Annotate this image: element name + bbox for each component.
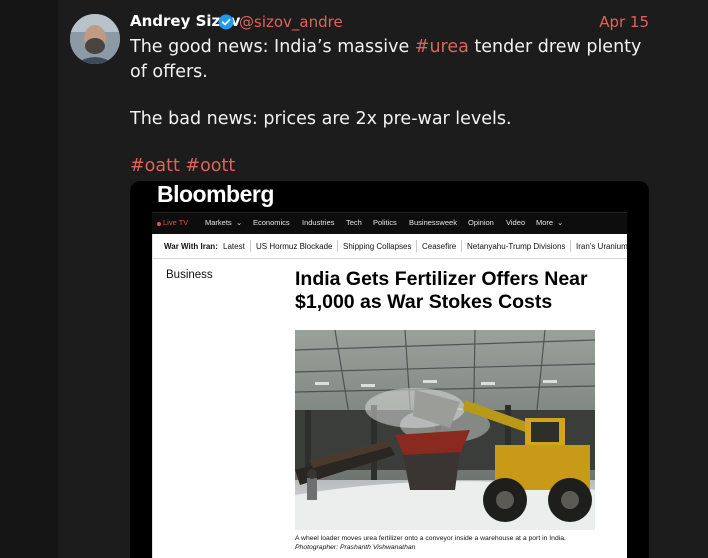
warehouse-photo <box>295 330 595 530</box>
subnav-netanyahu: Netanyahu-Trump Divisions <box>467 242 566 251</box>
bloomberg-logo: Bloomberg <box>157 181 274 207</box>
nav-businessweek: Businessweek <box>409 218 457 227</box>
article-photo <box>295 330 595 530</box>
subnav-latest: Latest <box>223 242 245 251</box>
subnav-shipping: Shipping Collapses <box>343 242 412 251</box>
author-handle[interactable]: @sizov_andre <box>239 13 343 31</box>
verified-badge-icon <box>218 14 234 30</box>
topic-subnav: War With Iran: Latest US Hormuz Blockade… <box>152 234 628 259</box>
embedded-image-card[interactable]: Bloomberg Live TV Markets ⌄ Economics In… <box>130 181 649 558</box>
nav-economics: Economics <box>253 218 290 227</box>
subnav-hormuz: US Hormuz Blockade <box>256 242 333 251</box>
subnav-uranium: Iran's Uranium <box>576 242 628 251</box>
nav-markets: Markets <box>205 218 232 227</box>
chevron-down-icon: ⌄ <box>236 218 243 227</box>
avatar[interactable] <box>70 14 120 64</box>
avatar-image <box>70 14 120 64</box>
article-headline: India Gets Fertilizer Offers Near $1,000… <box>295 268 588 313</box>
nav-live-tv: Live TV <box>163 218 189 227</box>
tweet-text-1: The good news: India’s massive <box>130 37 415 57</box>
page-border <box>152 234 153 558</box>
hashtag-oott[interactable]: #oott <box>185 156 235 176</box>
divider <box>250 240 251 252</box>
section-label: Business <box>166 269 213 281</box>
article-page: War With Iran: Latest US Hormuz Blockade… <box>152 234 628 558</box>
nav-video: Video <box>506 218 526 227</box>
chevron-down-icon: ⌄ <box>557 218 564 227</box>
nav-more: More <box>536 218 554 227</box>
hashtag-urea[interactable]: #urea <box>415 37 469 57</box>
divider <box>337 240 338 252</box>
caption-text: A wheel loader moves urea fertilizer ont… <box>295 535 566 542</box>
tweet-paragraph-2: The bad news: prices are 2x pre-war leve… <box>130 109 512 129</box>
divider <box>416 240 417 252</box>
nav-tech: Tech <box>346 218 362 227</box>
photo-caption: A wheel loader moves urea fertilizer ont… <box>295 534 595 552</box>
photo-credit: Photographer: Prashanth Vishwanathan <box>295 544 416 551</box>
divider <box>461 240 462 252</box>
bloomberg-nav: Live TV Markets ⌄ Economics Industries T… <box>152 212 627 235</box>
nav-industries: Industries <box>302 218 335 227</box>
bloomberg-article: Bloomberg Live TV Markets ⌄ Economics In… <box>152 181 628 558</box>
live-dot-icon <box>157 222 161 226</box>
tweet-paragraph-3: #oatt #oott <box>130 154 650 179</box>
hashtag-oatt[interactable]: #oatt <box>130 156 180 176</box>
nav-opinion: Opinion <box>468 218 494 227</box>
nav-politics: Politics <box>373 218 397 227</box>
tweet-paragraph-1: The good news: India’s massive #urea ten… <box>130 35 650 85</box>
divider <box>570 240 571 252</box>
subnav-label: War With Iran: <box>164 242 218 251</box>
subnav-ceasefire: Ceasefire <box>422 242 457 251</box>
tweet-text: The good news: India’s massive #urea ten… <box>130 35 650 201</box>
post-date[interactable]: Apr 15 <box>599 13 649 31</box>
